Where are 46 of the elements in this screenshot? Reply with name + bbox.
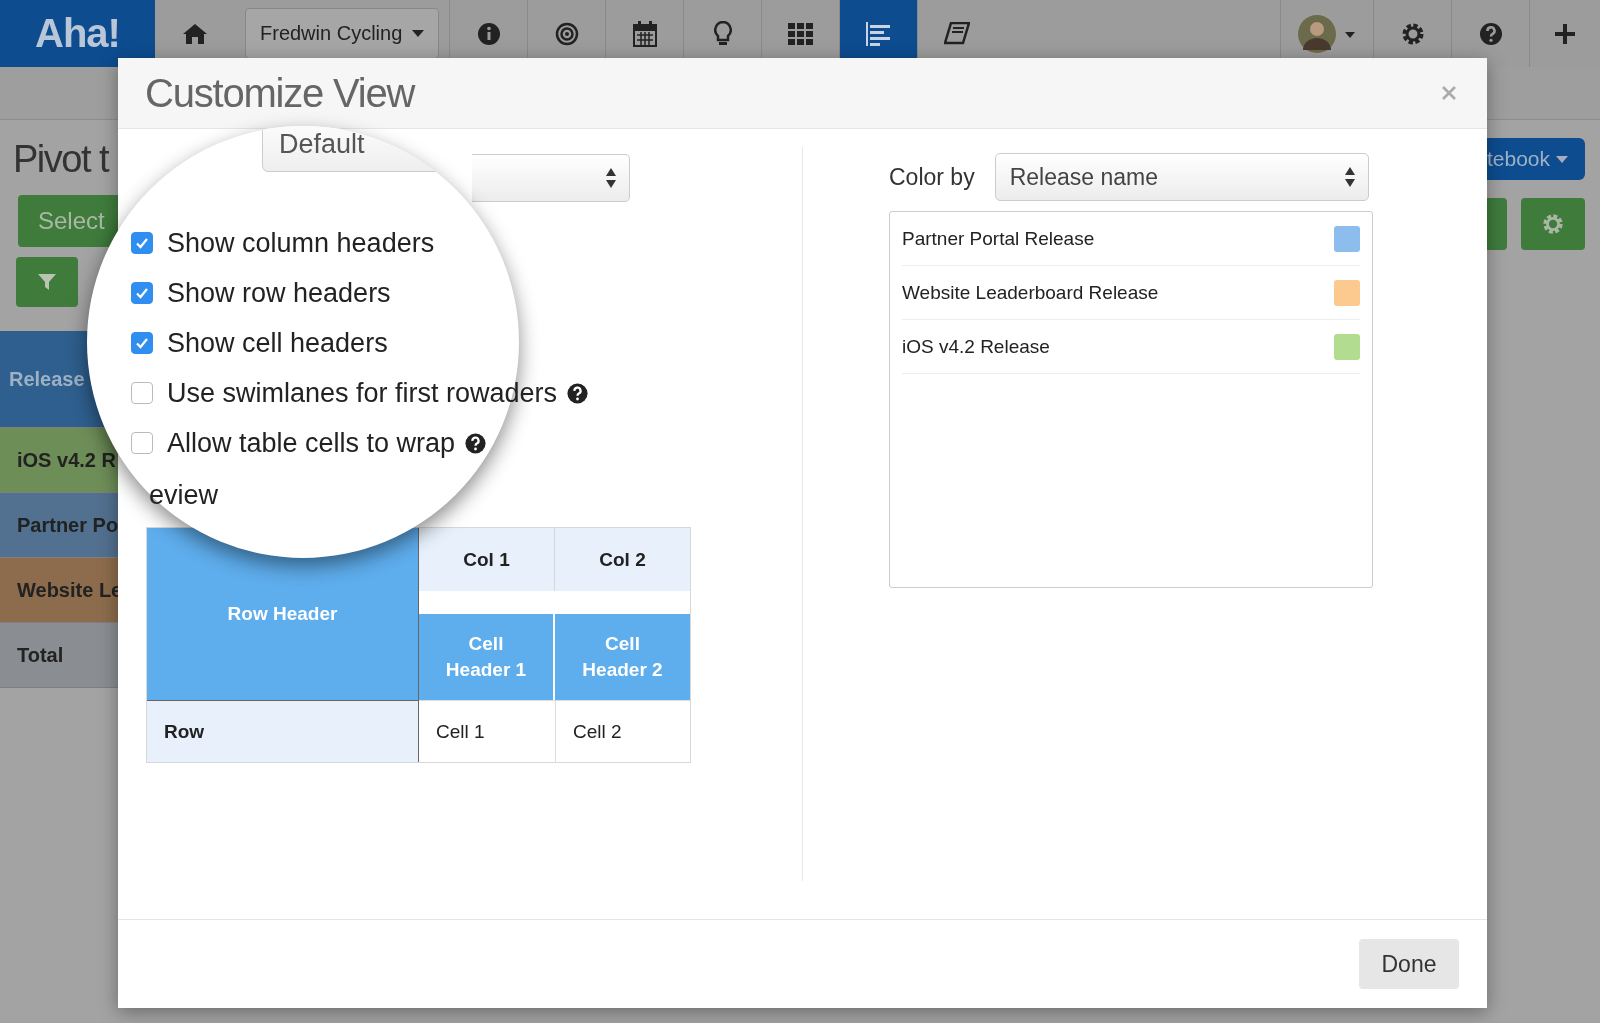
color-swatch[interactable] (1334, 333, 1360, 360)
help-icon[interactable] (567, 382, 589, 404)
sort-arrows-icon (605, 167, 617, 189)
color-by-select[interactable]: Release name (994, 153, 1369, 201)
table-cell: Col 2 (555, 528, 690, 591)
color-item-label: iOS v4.2 Release (902, 335, 1050, 358)
caret-icon (412, 30, 425, 37)
logo[interactable]: Aha! (0, 0, 155, 67)
option-label: Use swimlanes for first rowaders (167, 377, 558, 409)
table-cell: Cell 1 (419, 700, 555, 762)
option-label: Show column headers (167, 227, 435, 259)
select-field[interactable] (472, 154, 630, 202)
preview-label: eview (149, 480, 220, 511)
checkbox[interactable] (131, 432, 153, 454)
pivot-row-header: iOS v4.2 R (0, 428, 118, 493)
notebook-button[interactable]: tebook (1487, 138, 1585, 180)
table-cell: Cell Header 2 (555, 614, 690, 700)
filter-button[interactable] (16, 257, 78, 307)
table-cell: Row (147, 700, 419, 762)
pivot-row-header: Partner Po (0, 493, 118, 558)
table-cell: Cell Header 1 (419, 614, 555, 700)
color-by-label: Color by (889, 163, 975, 191)
checkbox[interactable] (131, 382, 153, 404)
page-title: Pivot t (13, 138, 110, 181)
color-swatch[interactable] (1334, 279, 1360, 306)
pivot-row-header: Total (0, 623, 118, 688)
checkbox[interactable] (131, 332, 153, 354)
table-cell: Cell 2 (555, 700, 690, 762)
checkbox[interactable] (131, 232, 153, 254)
help-icon[interactable] (465, 432, 487, 454)
color-item-label: Partner Portal Release (902, 227, 1095, 250)
done-button[interactable]: Done (1359, 939, 1459, 989)
gear-icon (1541, 212, 1565, 236)
caret-icon (1556, 155, 1569, 163)
table-cell: Row Header (147, 528, 419, 700)
table-cell: Col 1 (419, 528, 555, 591)
dialog-title: Customize View (145, 70, 415, 116)
workspace-dropdown[interactable]: Fredwin Cycling (245, 8, 440, 59)
color-item-label: Website Leaderboard Release (902, 281, 1159, 304)
color-swatch[interactable] (1334, 225, 1360, 252)
option-label: Show cell headers (167, 327, 388, 359)
checkbox[interactable] (131, 282, 153, 304)
sort-arrows-icon (1343, 166, 1356, 188)
filter-icon (37, 272, 57, 292)
option-label: Allow table cells to wrap (167, 427, 456, 459)
option-label: Show row headers (167, 277, 391, 309)
